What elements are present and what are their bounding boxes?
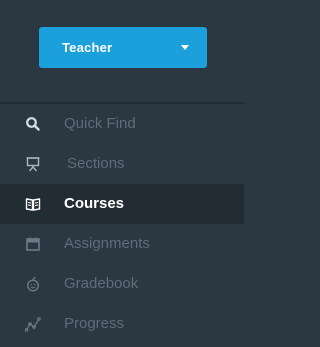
sidebar-item-sections[interactable]: Sections	[0, 144, 244, 184]
sidebar-item-label: Progress	[64, 315, 125, 332]
book-icon	[25, 196, 41, 212]
sidebar-item-assignments[interactable]: Assignments	[0, 224, 244, 264]
chevron-down-icon	[181, 45, 189, 50]
sidebar-item-gradebook[interactable]: Gradebook	[0, 264, 244, 304]
sidebar-item-label: Courses	[64, 195, 125, 212]
sidebar-item-courses[interactable]: Courses	[0, 184, 244, 224]
sidebar-item-label: Gradebook	[64, 275, 139, 292]
apple-icon	[25, 276, 41, 292]
search-icon	[25, 116, 41, 132]
sidebar-item-quick-find[interactable]: Quick Find	[0, 104, 244, 144]
easel-icon	[25, 156, 41, 172]
role-dropdown-value: Teacher	[62, 40, 113, 55]
line-chart-icon	[25, 316, 41, 332]
sidebar: Teacher Quick Find Sections Courses Assi…	[0, 0, 244, 347]
sidebar-nav: Quick Find Sections Courses Assignments …	[0, 104, 244, 344]
sidebar-item-progress[interactable]: Progress	[0, 304, 244, 344]
sidebar-item-label: Quick Find	[64, 115, 136, 132]
sidebar-item-label: Sections	[67, 155, 125, 172]
role-header: Teacher	[0, 0, 244, 104]
sidebar-item-label: Assignments	[64, 235, 150, 252]
role-dropdown[interactable]: Teacher	[39, 27, 207, 68]
calendar-icon	[25, 236, 41, 252]
